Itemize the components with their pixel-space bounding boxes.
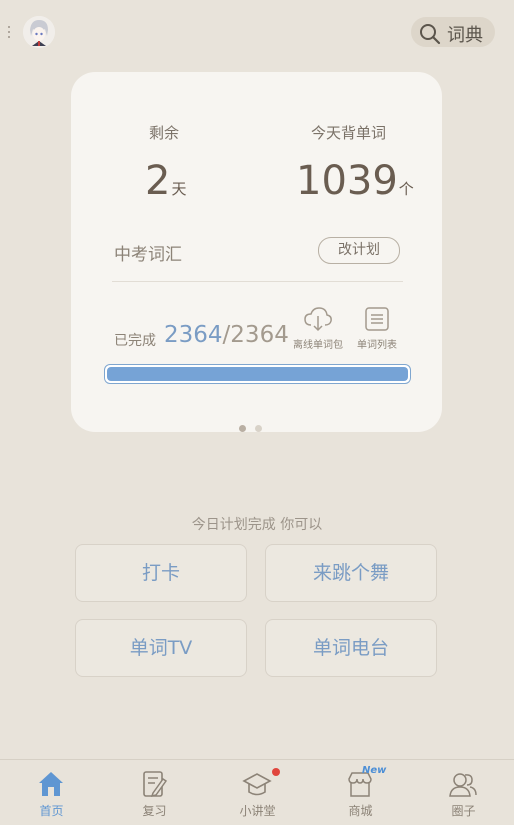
check-in-button[interactable]: 打卡 (75, 544, 247, 602)
dictionary-search-button[interactable]: 词典 (411, 17, 495, 47)
avatar[interactable] (23, 16, 55, 48)
page-dot (255, 425, 262, 432)
offline-pack-label: 离线单词包 (293, 340, 343, 351)
nav-home[interactable]: 首页 (0, 760, 103, 825)
word-tv-button[interactable]: 单词TV (75, 619, 247, 677)
plan-name: 中考词汇 (114, 245, 182, 265)
offline-pack-button[interactable]: 离线单词包 (288, 306, 348, 351)
nav-review[interactable]: 复习 (103, 760, 206, 825)
home-icon (39, 772, 63, 796)
overflow-dots-icon[interactable] (8, 26, 12, 40)
search-icon (420, 24, 441, 45)
completed-value: 2364 (164, 322, 223, 348)
word-list-label: 单词列表 (357, 340, 397, 351)
new-badge: New (362, 765, 387, 776)
completed-label: 已完成 (114, 333, 156, 349)
remaining-days: 2天 (145, 158, 186, 212)
completed-count: 2364/2364 (164, 322, 289, 348)
nav-store-label: 商城 (348, 804, 373, 818)
people-icon (449, 773, 477, 797)
search-label: 词典 (447, 25, 483, 46)
notification-dot (272, 768, 280, 776)
list-icon (365, 307, 389, 331)
nav-review-label: 复习 (142, 804, 167, 818)
change-plan-button[interactable]: 改计划 (318, 237, 400, 264)
dance-button[interactable]: 来跳个舞 (265, 544, 437, 602)
bottom-nav: 首页 复习 小讲堂 商城 圈子 (0, 759, 514, 825)
remaining-unit: 天 (171, 180, 187, 198)
today-label: 今天背单词 (311, 124, 387, 142)
word-radio-button[interactable]: 单词电台 (265, 619, 437, 677)
today-words: 1039个 (296, 158, 414, 212)
graduation-cap-icon (242, 773, 272, 796)
total-value: 2364 (230, 322, 289, 348)
word-list-button[interactable]: 单词列表 (347, 306, 407, 351)
page-dot-active (239, 425, 246, 432)
review-icon (143, 771, 168, 798)
nav-home-label: 首页 (39, 804, 64, 818)
progress-fill (107, 367, 408, 381)
progress-bar (104, 364, 411, 384)
page-indicator (239, 417, 271, 436)
nav-lecture-label: 小讲堂 (239, 804, 276, 818)
nav-circle-label: 圈子 (451, 804, 476, 818)
today-unit: 个 (398, 180, 414, 198)
top-bar: 词典 (0, 0, 514, 66)
cloud-download-icon (304, 307, 332, 332)
remaining-label: 剩余 (149, 124, 180, 142)
today-value: 1039 (296, 158, 398, 204)
plan-complete-message: 今日计划完成 你可以 (191, 517, 323, 533)
plan-card: 剩余 今天背单词 2天 1039个 中考词汇 改计划 已完成 2364/2364… (71, 72, 442, 432)
nav-circle[interactable]: 圈子 (412, 760, 514, 825)
nav-store[interactable]: 商城 (309, 760, 412, 825)
remaining-value: 2 (145, 158, 171, 204)
divider (112, 281, 403, 282)
nav-lecture[interactable]: 小讲堂 (206, 760, 309, 825)
